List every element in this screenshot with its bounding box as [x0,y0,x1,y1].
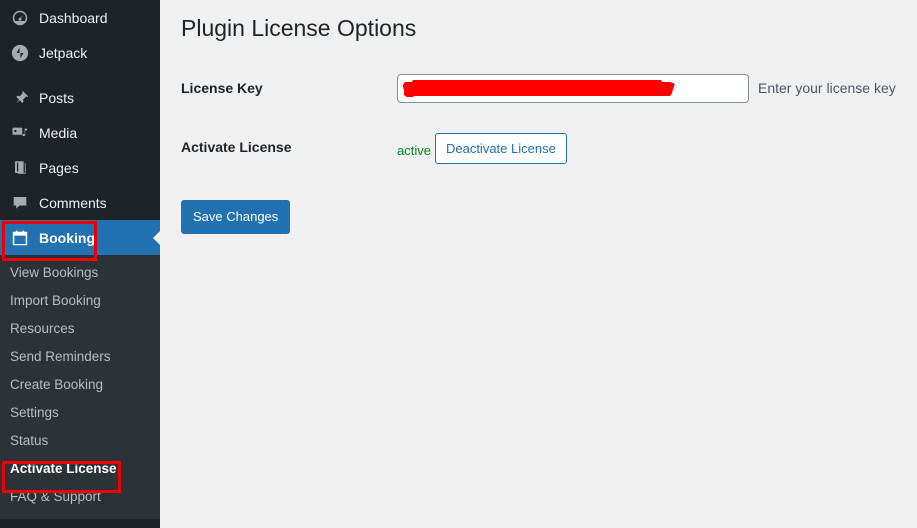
sidebar-item-label: Media [39,124,78,141]
submenu-item-send-reminders[interactable]: Send Reminders [0,343,160,371]
activate-license-row: Activate License active Deactivate Licen… [181,132,917,165]
sidebar-item-booking[interactable]: Booking [0,220,160,255]
sidebar-separator [0,70,160,80]
license-status-badge: active [397,142,431,158]
sidebar-item-label: Pages [39,159,79,176]
submenu-item-settings[interactable]: Settings [0,399,160,427]
posts-pin-icon [10,88,30,108]
sidebar-item-posts[interactable]: Posts [0,80,160,115]
media-icon [10,123,30,143]
license-key-input[interactable] [397,73,749,103]
submenu-item-activate-license[interactable]: Activate License [0,455,160,483]
sidebar-item-jetpack[interactable]: Jetpack [0,35,160,70]
submenu-item-faq-support[interactable]: FAQ & Support [0,483,160,511]
wordpress-admin-screen: Dashboard Jetpack Posts Media Pages Comm… [0,0,917,528]
page-title: Plugin License Options [181,15,417,41]
calendar-icon [10,228,30,248]
sidebar-item-media[interactable]: Media [0,115,160,150]
sidebar-item-label: Posts [39,89,75,106]
license-key-label: License Key [181,79,263,96]
license-key-field-group: Enter your license key [397,73,896,103]
main-content: Plugin License Options License Key Enter… [160,0,917,528]
redaction-scribble [402,79,676,99]
sidebar-item-label: Comments [39,194,107,211]
comments-icon [10,193,30,213]
submenu-item-create-booking[interactable]: Create Booking [0,371,160,399]
submenu-item-view-bookings[interactable]: View Bookings [0,259,160,287]
sidebar-item-comments[interactable]: Comments [0,185,160,220]
sidebar-item-label: Dashboard [39,9,108,26]
sidebar-item-label: Jetpack [39,44,88,61]
license-key-description: Enter your license key [758,80,896,97]
activate-license-field-group: active Deactivate License [397,132,567,165]
submenu-item-import-booking[interactable]: Import Booking [0,287,160,315]
save-changes-row: Save Changes [181,200,917,234]
deactivate-license-button[interactable]: Deactivate License [434,132,567,165]
sidebar-item-pages[interactable]: Pages [0,150,160,185]
submenu-item-resources[interactable]: Resources [0,315,160,343]
dashboard-icon [10,8,30,28]
license-key-row: License Key Enter your license key [181,73,917,103]
activate-license-label: Activate License [181,138,292,155]
sidebar-item-label: Booking [39,229,95,246]
submenu-item-status[interactable]: Status [0,427,160,455]
pages-icon [10,158,30,178]
booking-submenu: View Bookings Import Booking Resources S… [0,255,160,519]
save-changes-button[interactable]: Save Changes [181,200,291,234]
sidebar-item-dashboard[interactable]: Dashboard [0,0,160,35]
admin-sidebar: Dashboard Jetpack Posts Media Pages Comm… [0,0,160,528]
jetpack-icon [10,43,30,63]
